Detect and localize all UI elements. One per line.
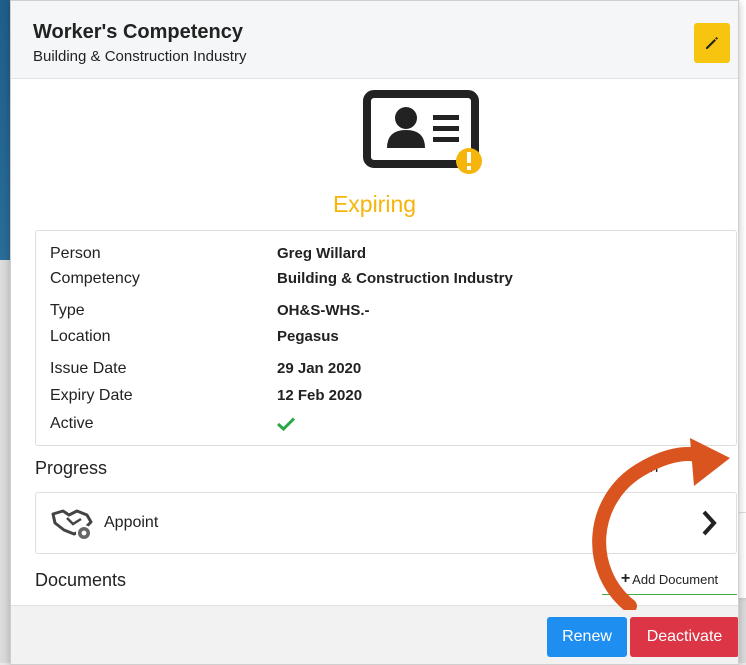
- detail-label-issue-date: Issue Date: [50, 360, 127, 377]
- edit-button[interactable]: [694, 23, 730, 63]
- deactivate-button[interactable]: Deactivate: [630, 617, 738, 657]
- modal-subtitle: Building & Construction Industry: [33, 48, 247, 65]
- detail-label-type: Type: [50, 302, 85, 319]
- detail-value-person: Greg Willard: [277, 245, 367, 262]
- handshake-icon: [51, 509, 93, 540]
- renew-button[interactable]: Renew: [547, 617, 627, 657]
- details-card: Person Greg Willard Competency Building …: [35, 230, 737, 446]
- annotation-arrow-icon: [592, 438, 730, 610]
- detail-value-expiry-date: 12 Feb 2020: [277, 387, 363, 404]
- detail-label-active: Active: [50, 415, 94, 432]
- detail-label-location: Location: [50, 328, 111, 345]
- documents-title: Documents: [35, 570, 127, 590]
- modal-header: Worker's Competency Building & Construct…: [11, 1, 738, 79]
- detail-label-person: Person: [50, 245, 101, 262]
- check-icon: [277, 417, 295, 431]
- detail-value-type: OH&S-WHS.-: [277, 302, 370, 319]
- detail-value-competency: Building & Construction Industry: [277, 270, 513, 287]
- id-card-warning-icon: [363, 90, 498, 187]
- pencil-icon: [706, 37, 718, 49]
- status-label: Expiring: [332, 191, 417, 217]
- detail-label-expiry-date: Expiry Date: [50, 387, 133, 404]
- progress-step-label: Appoint: [104, 514, 159, 531]
- detail-value-location: Pegasus: [277, 328, 339, 345]
- modal-footer: Renew Deactivate: [11, 605, 738, 664]
- detail-value-issue-date: 29 Jan 2020: [277, 360, 362, 377]
- detail-label-competency: Competency: [50, 270, 140, 287]
- modal-title: Worker's Competency: [33, 21, 244, 43]
- progress-title: Progress: [35, 458, 108, 478]
